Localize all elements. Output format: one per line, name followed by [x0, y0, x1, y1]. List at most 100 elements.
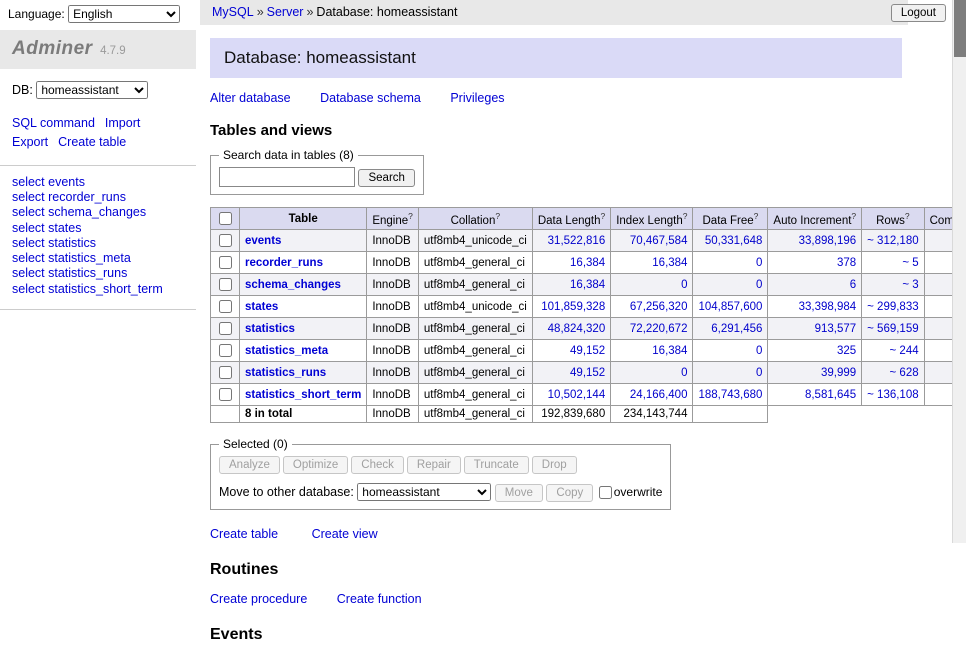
- adminer-logo[interactable]: Adminer: [12, 38, 93, 59]
- table-name-link[interactable]: events: [245, 235, 281, 247]
- cell-data-free[interactable]: 50,331,648: [693, 230, 768, 252]
- cell-data-free[interactable]: 0: [693, 362, 768, 384]
- cell-data-free[interactable]: 6,291,456: [693, 318, 768, 340]
- cell-data-length[interactable]: 31,522,816: [532, 230, 610, 252]
- search-input[interactable]: [219, 167, 355, 187]
- cell-rows[interactable]: ~ 244: [862, 340, 924, 362]
- cell-data-length[interactable]: 16,384: [532, 252, 610, 274]
- create-procedure-link[interactable]: Create procedure: [210, 592, 307, 606]
- cell-data-free[interactable]: 188,743,680: [693, 384, 768, 406]
- create-table-sidebar-link[interactable]: Create table: [58, 135, 126, 149]
- cell-rows[interactable]: ~ 628: [862, 362, 924, 384]
- row-select-cell[interactable]: [211, 362, 240, 384]
- row-select-cell[interactable]: [211, 274, 240, 296]
- cell-index-length[interactable]: 0: [611, 274, 693, 296]
- row-checkbox[interactable]: [219, 366, 232, 379]
- table-name-link[interactable]: states: [245, 301, 278, 313]
- search-button[interactable]: Search: [358, 169, 414, 187]
- cell-data-free[interactable]: 0: [693, 252, 768, 274]
- cell-auto-increment[interactable]: 6: [768, 274, 862, 296]
- cell-data-length[interactable]: 101,859,328: [532, 296, 610, 318]
- row-checkbox[interactable]: [219, 322, 232, 335]
- cell-index-length[interactable]: 24,166,400: [611, 384, 693, 406]
- row-select-cell[interactable]: [211, 230, 240, 252]
- sidebar-select-link[interactable]: select events: [12, 175, 184, 190]
- select-all-checkbox[interactable]: [219, 212, 232, 225]
- table-name-link[interactable]: recorder_runs: [245, 257, 323, 269]
- scrollbar[interactable]: [952, 0, 966, 543]
- sidebar-select-link[interactable]: select statistics_short_term: [12, 282, 184, 297]
- column-header-engine[interactable]: Engine?: [367, 208, 419, 230]
- sidebar-select-link[interactable]: select states: [12, 221, 184, 236]
- row-select-cell[interactable]: [211, 318, 240, 340]
- copy-button[interactable]: Copy: [546, 484, 593, 502]
- cell-auto-increment[interactable]: 39,999: [768, 362, 862, 384]
- column-header-data-free[interactable]: Data Free?: [693, 208, 768, 230]
- cell-auto-increment[interactable]: 378: [768, 252, 862, 274]
- column-header-table[interactable]: Table: [240, 208, 367, 230]
- cell-index-length[interactable]: 67,256,320: [611, 296, 693, 318]
- export-link[interactable]: Export: [12, 135, 48, 149]
- sidebar-select-link[interactable]: select statistics_runs: [12, 266, 184, 281]
- overwrite-toggle[interactable]: overwrite: [599, 485, 663, 499]
- cell-data-free[interactable]: 0: [693, 274, 768, 296]
- table-name-link[interactable]: statistics_meta: [245, 345, 328, 357]
- sql-command-link[interactable]: SQL command: [12, 116, 95, 130]
- row-checkbox[interactable]: [219, 256, 232, 269]
- column-header-data-length[interactable]: Data Length?: [532, 208, 610, 230]
- scrollbar-thumb[interactable]: [954, 0, 966, 57]
- table-name-link[interactable]: schema_changes: [245, 279, 341, 291]
- cell-auto-increment[interactable]: 33,898,196: [768, 230, 862, 252]
- create-table-link[interactable]: Create table: [210, 527, 278, 541]
- cell-index-length[interactable]: 0: [611, 362, 693, 384]
- privileges-link[interactable]: Privileges: [450, 91, 504, 105]
- import-link[interactable]: Import: [105, 116, 140, 130]
- truncate-button[interactable]: Truncate: [464, 456, 529, 474]
- move-button[interactable]: Move: [495, 484, 543, 502]
- cell-rows[interactable]: ~ 5: [862, 252, 924, 274]
- table-name-link[interactable]: statistics_runs: [245, 367, 326, 379]
- sidebar-select-link[interactable]: select recorder_runs: [12, 190, 184, 205]
- cell-index-length[interactable]: 70,467,584: [611, 230, 693, 252]
- database-schema-link[interactable]: Database schema: [320, 91, 421, 105]
- row-checkbox[interactable]: [219, 278, 232, 291]
- cell-data-length[interactable]: 48,824,320: [532, 318, 610, 340]
- table-name-link[interactable]: statistics_short_term: [245, 389, 361, 401]
- check-button[interactable]: Check: [351, 456, 404, 474]
- cell-rows[interactable]: ~ 312,180: [862, 230, 924, 252]
- column-header-auto-increment[interactable]: Auto Increment?: [768, 208, 862, 230]
- table-name-link[interactable]: statistics: [245, 323, 295, 335]
- breadcrumb-server-link[interactable]: Server: [267, 5, 304, 19]
- cell-data-free[interactable]: 0: [693, 340, 768, 362]
- column-header-index-length[interactable]: Index Length?: [611, 208, 693, 230]
- row-select-cell[interactable]: [211, 340, 240, 362]
- row-select-cell[interactable]: [211, 252, 240, 274]
- cell-data-length[interactable]: 10,502,144: [532, 384, 610, 406]
- cell-auto-increment[interactable]: 33,398,984: [768, 296, 862, 318]
- drop-button[interactable]: Drop: [532, 456, 577, 474]
- optimize-button[interactable]: Optimize: [283, 456, 348, 474]
- language-select[interactable]: English: [68, 5, 180, 23]
- cell-rows[interactable]: ~ 299,833: [862, 296, 924, 318]
- create-view-link[interactable]: Create view: [312, 527, 378, 541]
- repair-button[interactable]: Repair: [407, 456, 461, 474]
- cell-data-length[interactable]: 16,384: [532, 274, 610, 296]
- select-all-cell[interactable]: [211, 208, 240, 230]
- cell-data-length[interactable]: 49,152: [532, 340, 610, 362]
- cell-auto-increment[interactable]: 325: [768, 340, 862, 362]
- cell-index-length[interactable]: 16,384: [611, 252, 693, 274]
- sidebar-select-link[interactable]: select schema_changes: [12, 205, 184, 220]
- cell-data-length[interactable]: 49,152: [532, 362, 610, 384]
- cell-auto-increment[interactable]: 8,581,645: [768, 384, 862, 406]
- cell-rows[interactable]: ~ 3: [862, 274, 924, 296]
- overwrite-checkbox[interactable]: [599, 486, 612, 499]
- row-select-cell[interactable]: [211, 384, 240, 406]
- cell-rows[interactable]: ~ 136,108: [862, 384, 924, 406]
- alter-database-link[interactable]: Alter database: [210, 91, 291, 105]
- column-header-collation[interactable]: Collation?: [418, 208, 532, 230]
- analyze-button[interactable]: Analyze: [219, 456, 280, 474]
- logout-button[interactable]: Logout: [891, 4, 946, 22]
- cell-index-length[interactable]: 72,220,672: [611, 318, 693, 340]
- sidebar-select-link[interactable]: select statistics: [12, 236, 184, 251]
- row-checkbox[interactable]: [219, 300, 232, 313]
